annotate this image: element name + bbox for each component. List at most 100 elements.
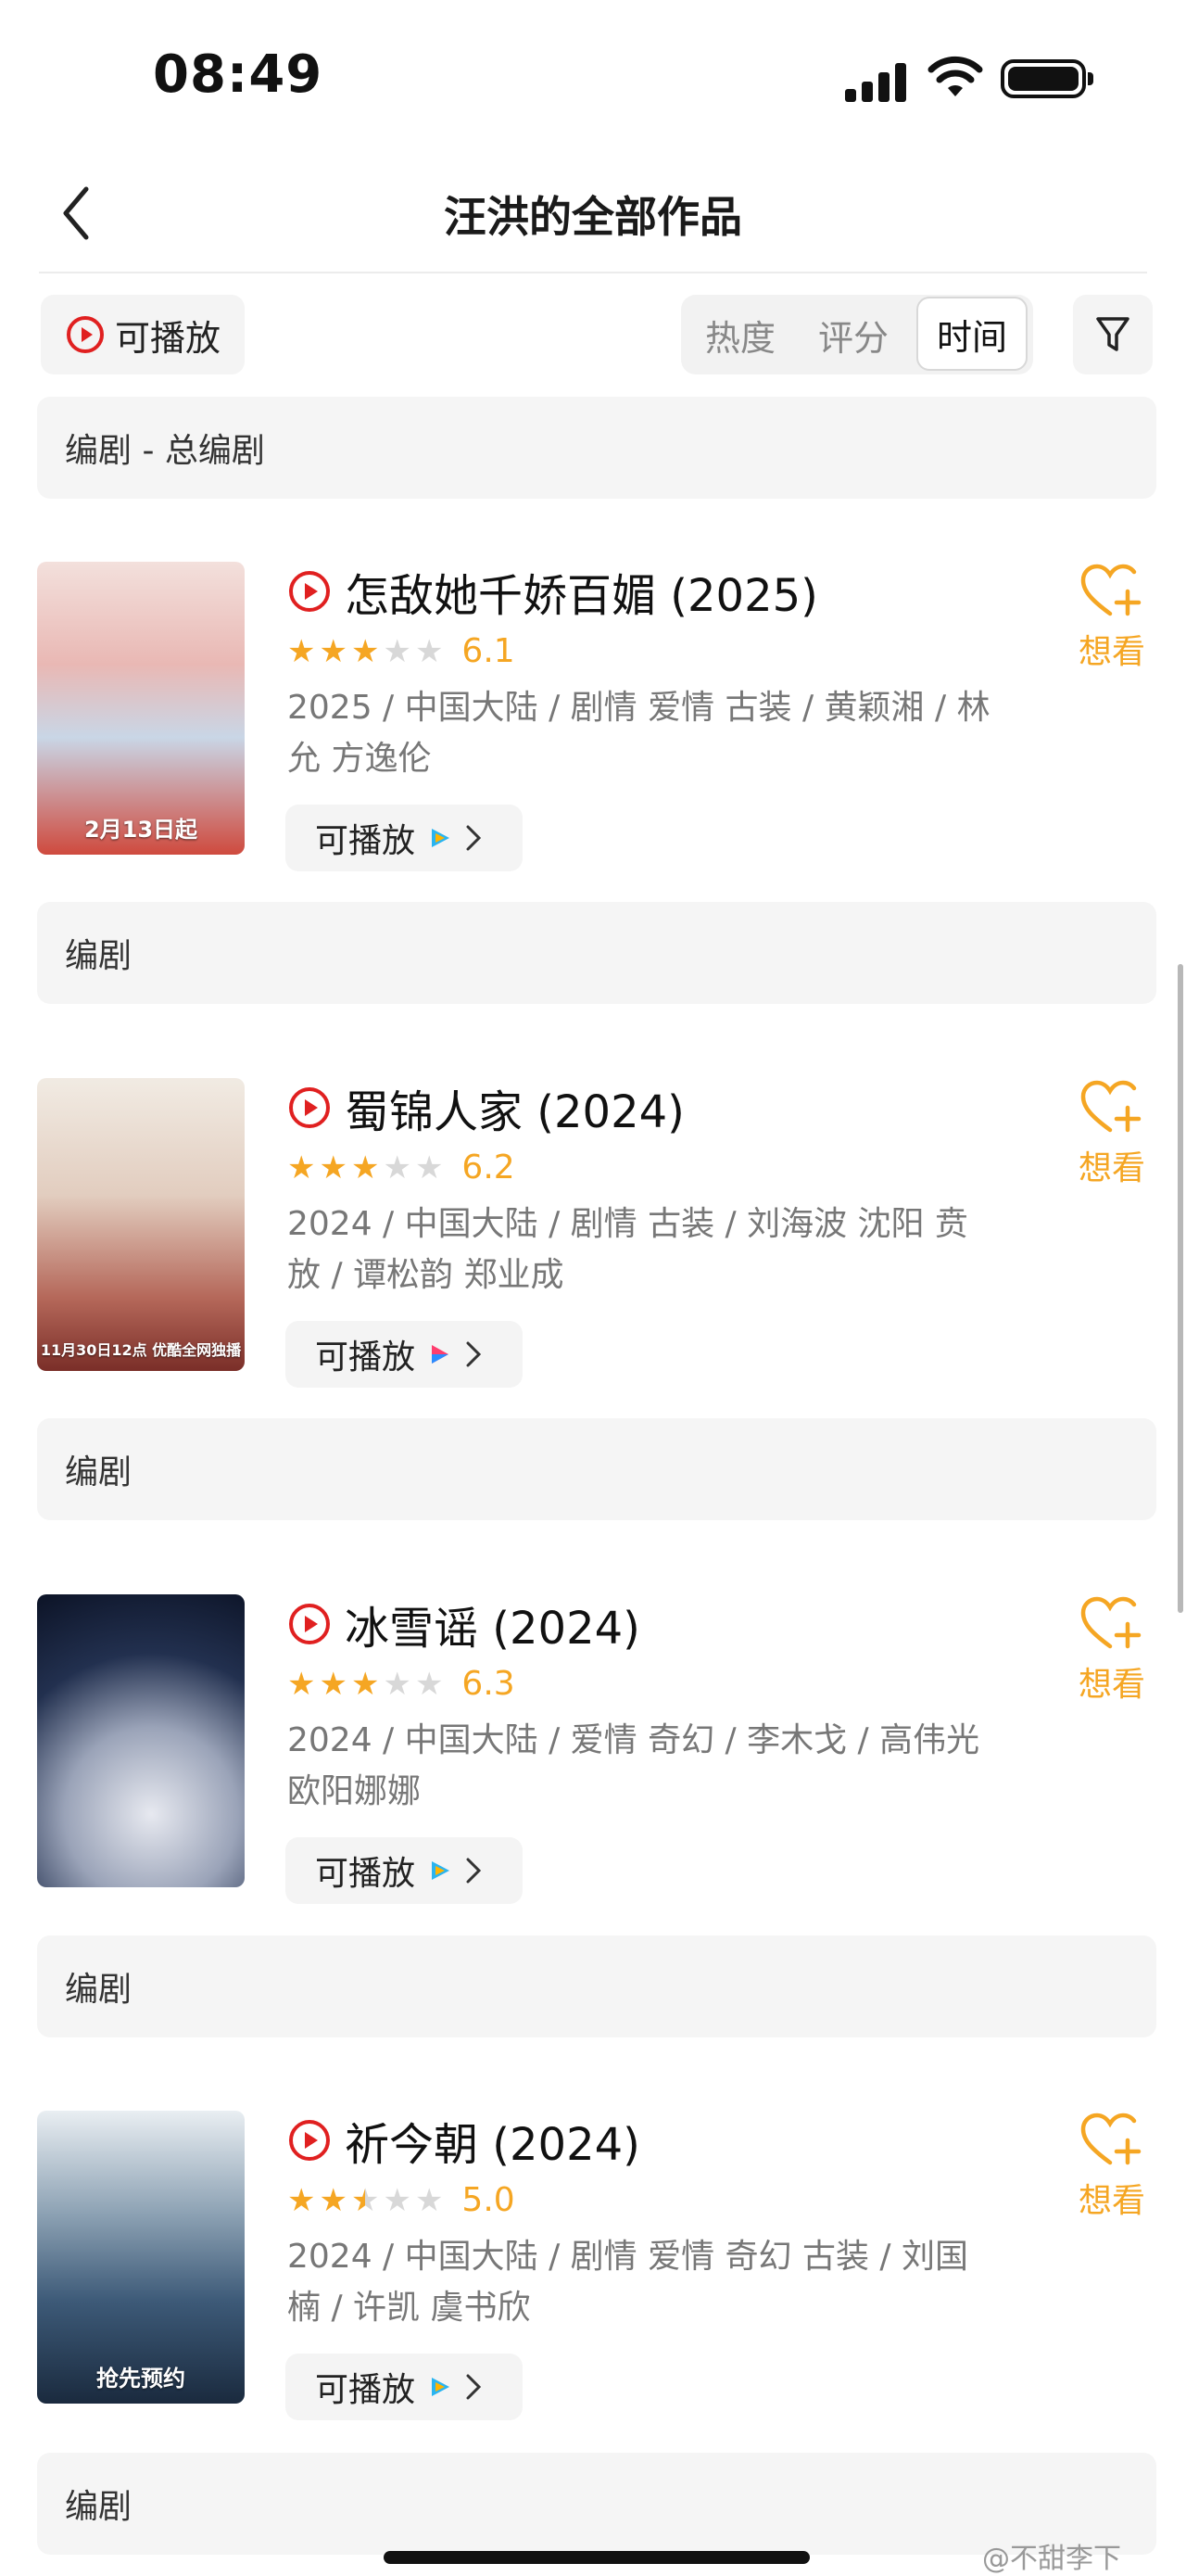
work-title: 冰雪谣 (2024) — [345, 1603, 640, 1655]
work-title: 祈今朝 (2024) — [345, 2119, 640, 2171]
poster-image[interactable]: 抢先预约 — [37, 2111, 245, 2404]
work-title-row[interactable]: 怎敌她千娇百媚 (2025) — [287, 562, 818, 622]
rating-stars: ★ ★ ★ ★ ★ 5.0 — [287, 2181, 515, 2219]
poster-image[interactable]: 2月13日起 — [37, 562, 245, 855]
heart-plus-icon — [1080, 2113, 1142, 2165]
playable-button[interactable]: 可播放 — [285, 2354, 523, 2420]
work-meta: 2024 / 中国大陆 / 剧情 爱情 奇幻 古装 / 刘国楠 / 许凯 虞书欣 — [287, 2238, 968, 2327]
poster-caption: 抢先预约 — [96, 2366, 185, 2392]
work-meta: 2024 / 中国大陆 / 爱情 奇幻 / 李木戈 / 高伟光 欧阳娜娜 — [287, 1721, 980, 1810]
status-bar: 08:49 — [0, 0, 1186, 158]
tencent-video-icon — [432, 2378, 450, 2396]
star-half-icon: ★ — [350, 2181, 380, 2219]
wifi-icon — [927, 56, 983, 96]
sort-segmented-control: 热度 评分 时间 — [681, 295, 1033, 374]
heart-plus-icon — [1080, 1596, 1142, 1649]
star-icon: ★ — [287, 632, 316, 670]
work-title: 怎敌她千娇百媚 (2025) — [345, 570, 818, 622]
rating-score: 6.2 — [461, 1148, 515, 1186]
want-to-watch-label: 想看 — [1078, 633, 1145, 671]
rating-stars: ★ ★ ★ ★ ★ 6.2 — [287, 1148, 515, 1186]
chevron-right-icon — [466, 825, 482, 851]
want-to-watch-button[interactable]: 想看 — [1066, 1080, 1158, 1189]
play-circle-icon — [289, 2120, 330, 2161]
poster-caption: 2月13日起 — [83, 817, 198, 843]
rating-score: 5.0 — [461, 2181, 515, 2219]
status-time: 08:49 — [153, 44, 323, 105]
star-icon: ★ — [319, 1148, 347, 1186]
work-item[interactable]: 冰雪谣 (2024) ★ ★ ★ ★ ★ 6.3 2024 / 中国大陆 / 爱情 奇幻… — [0, 1594, 1186, 1904]
section-header: 编剧 — [37, 1418, 1156, 1520]
rating-score: 6.3 — [461, 1665, 515, 1703]
work-title-row[interactable]: 祈今朝 (2024) — [287, 2111, 640, 2171]
star-icon: ★ — [383, 1148, 411, 1186]
watermark: @不甜李下 — [982, 2543, 1121, 2575]
rating-score: 6.1 — [461, 632, 515, 670]
cellular-signal-icon — [845, 61, 910, 102]
star-icon: ★ — [287, 1148, 316, 1186]
battery-icon — [1001, 59, 1093, 98]
filter-button[interactable] — [1073, 295, 1153, 374]
sort-option-time[interactable]: 时间 — [916, 297, 1028, 371]
chevron-right-icon — [466, 1341, 482, 1367]
star-icon: ★ — [319, 632, 347, 670]
work-meta: 2024 / 中国大陆 / 剧情 古装 / 刘海波 沈阳 贲放 / 谭松韵 郑业… — [287, 1205, 968, 1294]
want-to-watch-button[interactable]: 想看 — [1066, 564, 1158, 673]
star-icon: ★ — [414, 1148, 444, 1186]
playable-label: 可播放 — [315, 1855, 416, 1893]
poster-image[interactable] — [37, 1594, 245, 1887]
work-title-row[interactable]: 冰雪谣 (2024) — [287, 1594, 640, 1655]
work-title: 蜀锦人家 (2024) — [345, 1086, 685, 1138]
want-to-watch-button[interactable]: 想看 — [1066, 2113, 1158, 2222]
playable-button[interactable]: 可播放 — [285, 805, 523, 871]
heart-plus-icon — [1080, 564, 1142, 616]
page-title: 汪洪的全部作品 — [444, 192, 742, 242]
star-icon: ★ — [414, 632, 444, 670]
poster-image[interactable]: 11月30日12点 优酷全网独播 — [37, 1078, 245, 1371]
star-icon: ★ — [319, 2181, 347, 2219]
star-icon: ★ — [383, 2181, 411, 2219]
rating-stars: ★ ★ ★ ★ ★ 6.3 — [287, 1665, 515, 1703]
want-to-watch-button[interactable]: 想看 — [1066, 1596, 1158, 1706]
playable-label: 可播放 — [315, 822, 416, 860]
filter-row: 可播放 热度 评分 时间 — [0, 295, 1186, 374]
star-icon: ★ — [414, 2181, 444, 2219]
rating-stars: ★ ★ ★ ★ ★ 6.1 — [287, 632, 515, 670]
playable-label: 可播放 — [315, 1339, 416, 1377]
star-icon: ★ — [287, 1665, 316, 1703]
play-circle-icon — [66, 316, 104, 353]
funnel-icon — [1096, 317, 1129, 351]
home-indicator[interactable] — [384, 2551, 810, 2564]
star-icon: ★ — [383, 1665, 411, 1703]
play-circle-icon — [289, 571, 330, 612]
star-icon: ★ — [287, 2181, 316, 2219]
chevron-right-icon — [466, 2374, 482, 2400]
playable-button[interactable]: 可播放 — [285, 1321, 523, 1388]
star-icon: ★ — [319, 1665, 347, 1703]
playable-filter-button[interactable]: 可播放 — [41, 295, 245, 374]
chevron-right-icon — [466, 1858, 482, 1884]
want-to-watch-label: 想看 — [1078, 1666, 1145, 1704]
play-circle-icon — [289, 1604, 330, 1644]
work-title-row[interactable]: 蜀锦人家 (2024) — [287, 1078, 685, 1138]
play-circle-icon — [289, 1087, 330, 1128]
playable-label: 可播放 — [315, 2371, 416, 2409]
sort-option-popularity[interactable]: 热度 — [685, 295, 796, 374]
want-to-watch-label: 想看 — [1078, 2182, 1145, 2220]
want-to-watch-label: 想看 — [1078, 1149, 1145, 1187]
work-item[interactable]: 抢先预约 祈今朝 (2024) ★ ★ ★ ★ ★ 5.0 2024 / 中国大陆 / … — [0, 2111, 1186, 2420]
work-item[interactable]: 2月13日起 怎敌她千娇百媚 (2025) ★ ★ ★ ★ ★ 6.1 2025 / 中… — [0, 562, 1186, 871]
nav-divider — [39, 272, 1147, 273]
work-meta: 2025 / 中国大陆 / 剧情 爱情 古装 / 黄颖湘 / 林允 方逸伦 — [287, 689, 990, 778]
section-header: 编剧 - 总编剧 — [37, 397, 1156, 499]
heart-plus-icon — [1080, 1080, 1142, 1133]
tencent-video-icon — [432, 829, 450, 847]
poster-caption: 11月30日12点 优酷全网独播 — [40, 1341, 242, 1359]
work-item[interactable]: 11月30日12点 优酷全网独播 蜀锦人家 (2024) ★ ★ ★ ★ ★ 6.2 2… — [0, 1078, 1186, 1388]
scrollbar[interactable] — [1178, 964, 1183, 1613]
sort-option-rating[interactable]: 评分 — [798, 295, 909, 374]
star-icon: ★ — [414, 1665, 444, 1703]
nav-bar: 汪洪的全部作品 — [0, 158, 1186, 269]
playable-button[interactable]: 可播放 — [285, 1837, 523, 1904]
section-header: 编剧 — [37, 1935, 1156, 2037]
